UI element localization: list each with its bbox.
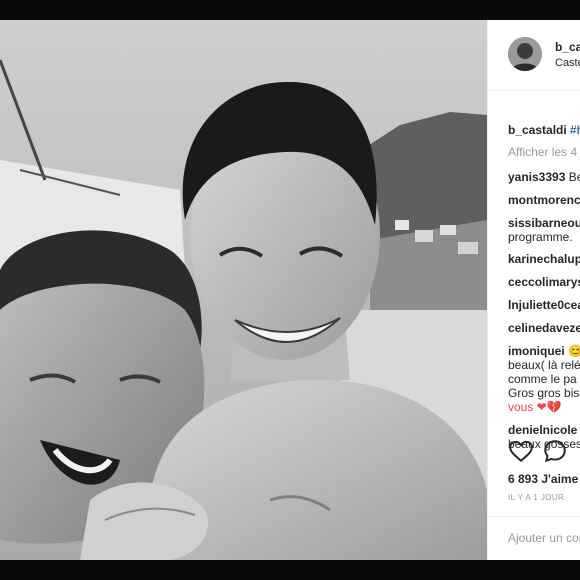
comment-item: yanis3393 Be [508, 170, 580, 184]
comment-username[interactable]: sissibarneoud [508, 216, 580, 230]
post-modal: b_castaldi Castelldefels b_castaldi #hap… [0, 20, 580, 560]
comment-username[interactable]: lnjuliette0cea [508, 298, 580, 312]
add-comment-bar [488, 516, 580, 560]
comment-text-continued: beaux( là relé [508, 358, 580, 372]
post-location[interactable]: Castelldefels [555, 57, 580, 69]
caption-username[interactable]: b_castaldi [508, 123, 567, 137]
comment-item: imoniquei 😊 [508, 344, 580, 358]
photo-image [0, 20, 487, 560]
comment-list: b_castaldi #happy Afficher les 4 yanis33… [488, 90, 580, 451]
comment-item: montmorenc [508, 193, 580, 207]
comment-username[interactable]: yanis3393 [508, 170, 565, 184]
comment-item: lnjuliette0cea [508, 298, 580, 312]
post-side-panel: b_castaldi Castelldefels b_castaldi #hap… [487, 20, 580, 560]
comment-item: denielnicole [508, 423, 577, 437]
speech-bubble-icon[interactable] [542, 438, 568, 464]
comment-text-continued: Gros gros bis [508, 386, 580, 400]
comment-item: sissibarneoud [508, 216, 580, 230]
comment-text-continued: vous ❤💔 [508, 400, 562, 414]
post-author-username[interactable]: b_castaldi [555, 40, 580, 54]
post-photo[interactable] [0, 20, 487, 560]
comment-username[interactable]: ceccolimarys [508, 275, 580, 289]
comment-item: celinedaveze [508, 321, 580, 335]
likes-count[interactable]: 6 893 J'aime [508, 472, 578, 486]
load-more-comments[interactable]: Afficher les 4 [508, 145, 577, 159]
add-comment-input[interactable] [508, 531, 580, 545]
comment-text-continued: programme. [508, 230, 573, 244]
comment-username[interactable]: karinechalup [508, 252, 580, 266]
avatar-image [508, 37, 542, 71]
caption-hashtag[interactable]: #happy [570, 123, 580, 137]
comment-username[interactable]: celinedaveze [508, 321, 580, 335]
comment-username[interactable]: imoniquei [508, 344, 565, 358]
avatar[interactable] [508, 37, 542, 71]
comment-item: karinechalup [508, 252, 580, 266]
post-timestamp: IL Y A 1 JOUR [508, 493, 565, 502]
comment-username[interactable]: denielnicole [508, 423, 577, 437]
caption: b_castaldi #happy [508, 123, 580, 137]
comment-username[interactable]: montmorenc [508, 193, 580, 207]
comment-item: ceccolimarys [508, 275, 580, 289]
heart-outline-icon[interactable] [508, 438, 534, 464]
post-header: b_castaldi Castelldefels [488, 20, 580, 91]
comment-text: Be [568, 170, 580, 184]
comment-text-continued: comme le pa [508, 372, 577, 386]
comment-emoji: 😊 [568, 344, 580, 358]
